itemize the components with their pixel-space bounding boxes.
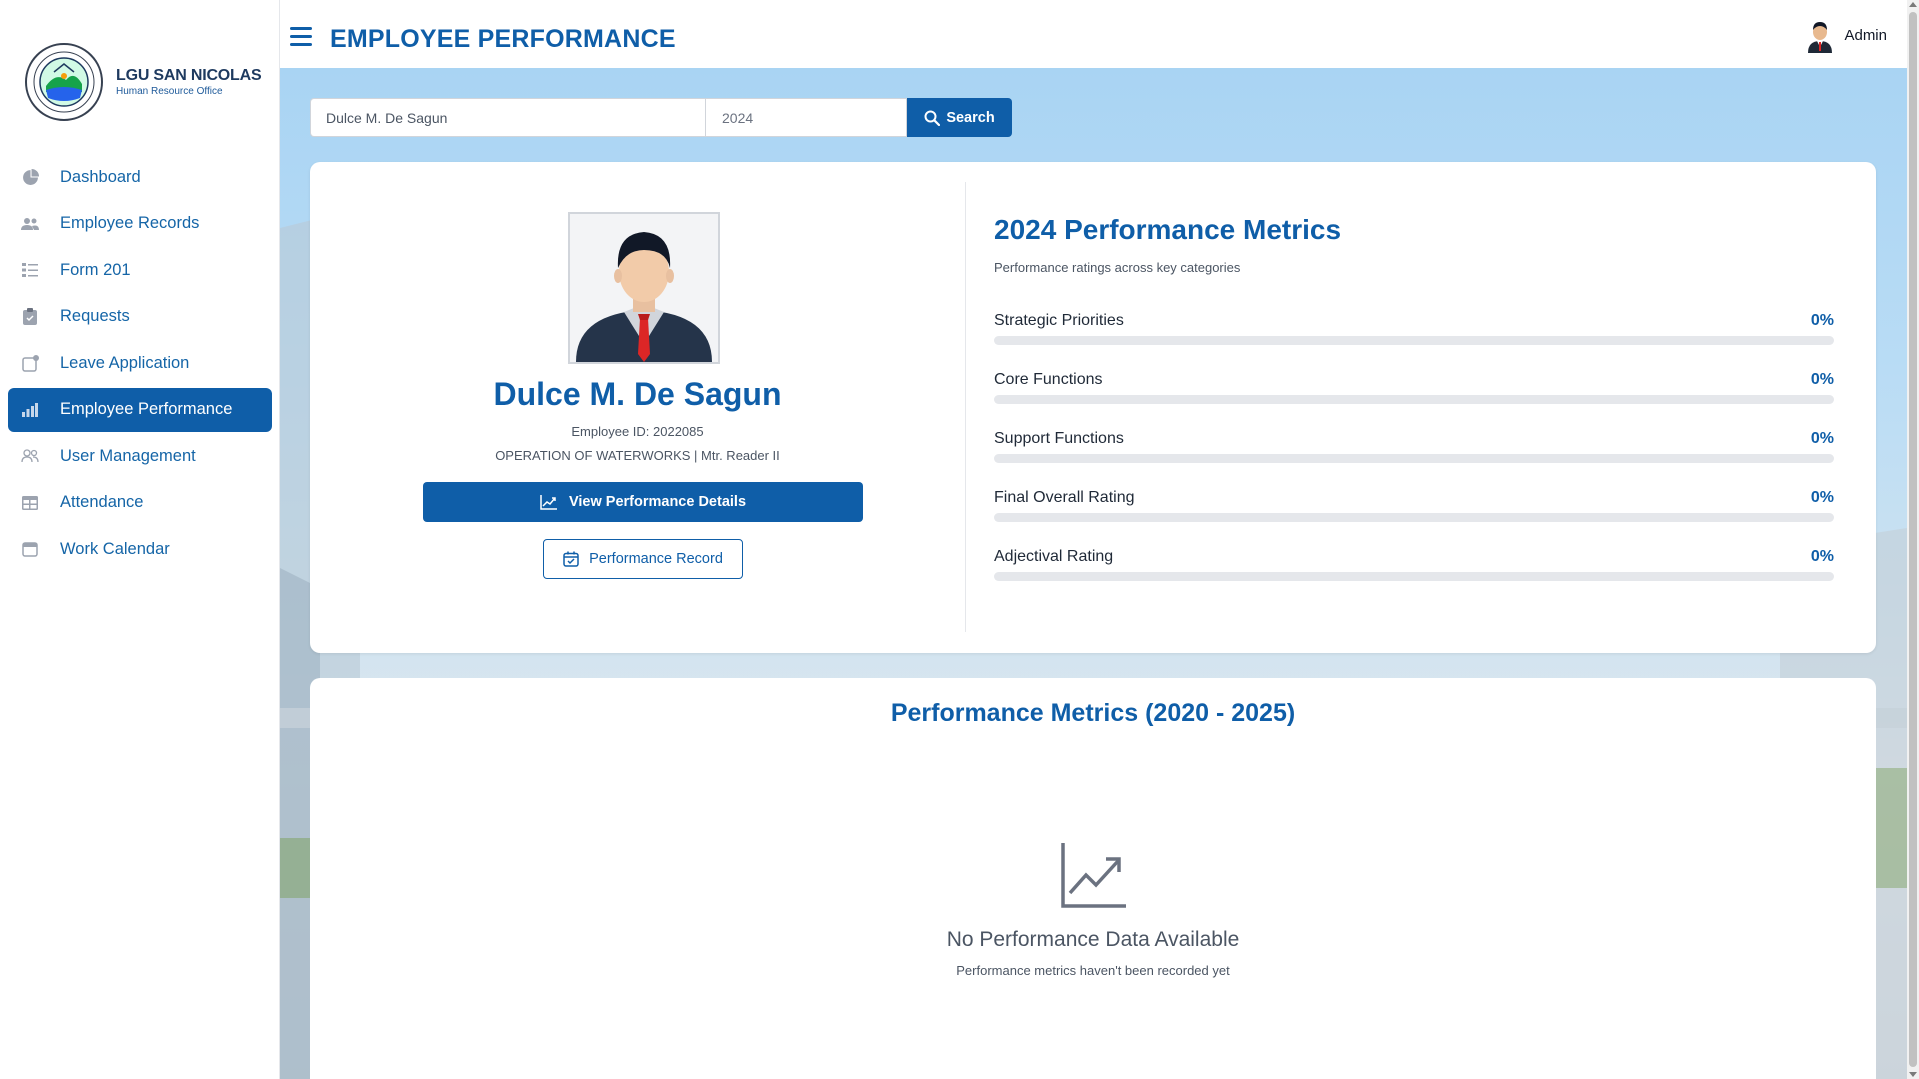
performance-history-card: Performance Metrics (2020 - 2025) No Per… (310, 678, 1876, 1079)
page-title: EMPLOYEE PERFORMANCE (330, 25, 676, 53)
employee-department: OPERATION OF WATERWORKS | Mtr. Reader II (495, 448, 780, 463)
performance-record-button[interactable]: Performance Record (543, 539, 743, 579)
sidebar-item-dashboard[interactable]: Dashboard (8, 155, 272, 199)
metric-label: Final Overall Rating (994, 489, 1135, 506)
metric-progress-bar (994, 395, 1834, 404)
main-content: Dulce M. De Sagun 2024 Search Dulce M. D… (280, 68, 1907, 1079)
sidebar-item-label: User Management (60, 446, 196, 465)
year-input[interactable]: 2024 (705, 98, 907, 137)
employee-id: Employee ID: 2022085 (571, 424, 704, 439)
history-title: Performance Metrics (2020 - 2025) (890, 699, 1296, 727)
metric-label: Core Functions (994, 371, 1103, 388)
brand-name: LGU SAN NICOLAS (116, 67, 262, 84)
scroll-up-icon[interactable] (1909, 2, 1917, 7)
employee-name: Dulce M. De Sagun (493, 376, 782, 412)
metric-label: Support Functions (994, 430, 1124, 447)
sidebar-item-user-management[interactable]: User Management (8, 434, 272, 478)
employee-photo (568, 212, 720, 364)
brand[interactable]: LGU SAN NICOLAS Human Resource Office (24, 42, 262, 122)
employee-name-input[interactable]: Dulce M. De Sagun (310, 98, 705, 137)
menu-toggle-icon[interactable] (290, 27, 312, 47)
search-button[interactable]: Search (907, 98, 1012, 137)
clipboard-icon (20, 307, 40, 327)
user-group-icon (20, 446, 40, 466)
metric-strategic-priorities: Strategic Priorities 0% (994, 310, 1834, 345)
sidebar-item-label: Employee Performance (60, 400, 233, 418)
sidebar-item-requests[interactable]: Requests (8, 295, 272, 339)
sidebar: LGU SAN NICOLAS Human Resource Office Da… (0, 0, 280, 1079)
metric-label: Adjectival Rating (994, 548, 1114, 565)
metric-value: 0% (1810, 489, 1834, 506)
card-divider (965, 182, 966, 632)
avatar (1804, 17, 1837, 53)
sidebar-item-employee-performance[interactable]: Employee Performance (8, 387, 272, 432)
sidebar-item-label: Employee Records (60, 214, 200, 232)
pie-chart-icon (20, 167, 40, 187)
sidebar-item-form-201[interactable]: Form 201 (8, 248, 272, 292)
bar-chart-icon (20, 400, 40, 420)
sidebar-item-work-calendar[interactable]: Work Calendar (8, 527, 272, 571)
calendar-icon (20, 539, 40, 559)
sidebar-item-label: Leave Application (60, 353, 190, 372)
view-performance-details-button[interactable]: View Performance Details (423, 482, 863, 522)
page-scrollbar[interactable] (1907, 0, 1919, 1079)
table-icon (20, 493, 40, 513)
user-name: Admin (1844, 26, 1887, 44)
calendar-notify-icon (20, 353, 40, 373)
metric-value: 0% (1810, 430, 1834, 447)
calendar-check-icon (563, 551, 579, 567)
user-menu[interactable]: Admin (1804, 17, 1887, 53)
sidebar-nav: Dashboard Employee Records Form 201 Requ… (8, 155, 272, 574)
scroll-down-icon[interactable] (1909, 1072, 1917, 1077)
empty-state-subtitle: Performance metrics haven't been recorde… (956, 963, 1230, 978)
metric-progress-bar (994, 572, 1834, 581)
sidebar-item-leave-application[interactable]: Leave Application (8, 341, 272, 385)
metric-label: Strategic Priorities (994, 312, 1124, 329)
sidebar-item-label: Work Calendar (60, 539, 170, 558)
employee-profile: Dulce M. De Sagun Employee ID: 2022085 O… (310, 162, 965, 653)
seal-logo (25, 43, 103, 121)
metrics-subtitle: Performance ratings across key categorie… (994, 260, 1241, 275)
performance-metrics: 2024 Performance Metrics Performance rat… (994, 214, 1834, 605)
brand-subtitle: Human Resource Office (116, 86, 223, 97)
sidebar-item-label: Form 201 (60, 260, 131, 279)
search-bar: Dulce M. De Sagun 2024 Search (310, 98, 1012, 137)
search-icon (924, 110, 941, 126)
search-button-label: Search (946, 109, 995, 126)
sidebar-item-attendance[interactable]: Attendance (8, 481, 272, 525)
metric-final-overall-rating: Final Overall Rating 0% (994, 487, 1834, 522)
sidebar-item-label: Requests (60, 307, 130, 325)
line-chart-icon (1061, 843, 1126, 908)
metric-progress-bar (994, 336, 1834, 345)
metric-support-functions: Support Functions 0% (994, 428, 1834, 463)
trend-chart-icon (540, 494, 557, 510)
metric-progress-bar (994, 454, 1834, 463)
sidebar-item-employee-records[interactable]: Employee Records (8, 202, 272, 246)
metric-value: 0% (1810, 371, 1834, 388)
metric-progress-bar (994, 513, 1834, 522)
sidebar-item-label: Attendance (60, 493, 144, 511)
view-performance-details-label: View Performance Details (568, 494, 747, 510)
metric-value: 0% (1810, 312, 1834, 329)
metric-core-functions: Core Functions 0% (994, 369, 1834, 404)
list-icon (20, 260, 40, 280)
metrics-title: 2024 Performance Metrics (994, 214, 1342, 245)
performance-record-label: Performance Record (589, 551, 723, 567)
top-bar: EMPLOYEE PERFORMANCE Admin (280, 0, 1907, 68)
scroll-thumb[interactable] (1909, 12, 1917, 1067)
performance-card: Dulce M. De Sagun Employee ID: 2022085 O… (310, 162, 1876, 653)
users-icon (20, 214, 40, 234)
metric-value: 0% (1810, 548, 1834, 565)
empty-state-title: No Performance Data Available (946, 928, 1240, 951)
sidebar-item-label: Dashboard (60, 167, 141, 186)
metric-adjectival-rating: Adjectival Rating 0% (994, 546, 1834, 581)
